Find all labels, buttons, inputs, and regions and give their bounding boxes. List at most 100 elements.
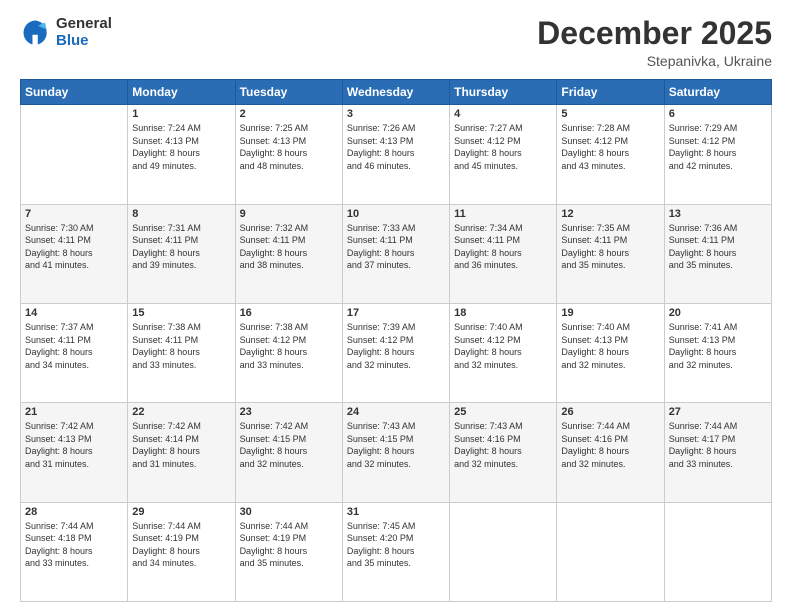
cell-info: Sunrise: 7:26 AMSunset: 4:13 PMDaylight:… (347, 122, 445, 172)
calendar-day-header: Tuesday (235, 80, 342, 105)
calendar-cell (664, 502, 771, 601)
calendar-cell (21, 105, 128, 204)
cell-info: Sunrise: 7:44 AMSunset: 4:18 PMDaylight:… (25, 520, 123, 570)
cell-info: Sunrise: 7:43 AMSunset: 4:16 PMDaylight:… (454, 420, 552, 470)
calendar-cell: 30Sunrise: 7:44 AMSunset: 4:19 PMDayligh… (235, 502, 342, 601)
calendar-day-header: Thursday (450, 80, 557, 105)
cell-info: Sunrise: 7:41 AMSunset: 4:13 PMDaylight:… (669, 321, 767, 371)
calendar-cell: 16 Sunrise: 7:38 AMSunset: 4:12 PMDayligh… (235, 303, 342, 402)
calendar-cell: 31 Sunrise: 7:45 AMSunset: 4:20 PMDayligh… (342, 502, 449, 601)
calendar-header-row: SundayMondayTuesdayWednesdayThursdayFrid… (21, 80, 772, 105)
calendar-cell: 1Sunrise: 7:24 AMSunset: 4:13 PMDaylight… (128, 105, 235, 204)
cell-info: Sunrise: 7:35 AMSunset: 4:11 PMDaylight:… (561, 222, 659, 272)
calendar-cell: 27 Sunrise: 7:44 AMSunset: 4:17 PMDayligh… (664, 403, 771, 502)
calendar-week-row: 21Sunrise: 7:42 AMSunset: 4:13 PMDayligh… (21, 403, 772, 502)
cell-info: Sunrise: 7:45 AMSunset: 4:20 PMDaylight:… (347, 520, 445, 570)
day-number: 30 (240, 506, 338, 518)
calendar-cell: 23Sunrise: 7:42 AMSunset: 4:15 PMDayligh… (235, 403, 342, 502)
cell-info: Sunrise: 7:44 AMSunset: 4:16 PMDaylight:… (561, 420, 659, 470)
calendar-cell: 20 Sunrise: 7:41 AMSunset: 4:13 PMDayligh… (664, 303, 771, 402)
calendar-day-header: Saturday (664, 80, 771, 105)
title-block: December 2025 Stepanivka, Ukraine (537, 16, 772, 69)
day-number: 19 (561, 307, 659, 319)
day-number: 23 (240, 406, 338, 418)
day-number: 29 (132, 506, 230, 518)
day-number: 28 (25, 506, 123, 518)
cell-info: Sunrise: 7:24 AMSunset: 4:13 PMDaylight:… (132, 122, 230, 172)
day-number: 18 (454, 307, 552, 319)
header: General Blue December 2025 Stepanivka, U… (20, 16, 772, 69)
cell-info: Sunrise: 7:43 AMSunset: 4:15 PMDaylight:… (347, 420, 445, 470)
calendar-cell: 7 Sunrise: 7:30 AMSunset: 4:11 PMDaylight… (21, 204, 128, 303)
day-number: 17 (347, 307, 445, 319)
calendar-cell: 17 Sunrise: 7:39 AMSunset: 4:12 PMDayligh… (342, 303, 449, 402)
calendar-cell: 22Sunrise: 7:42 AMSunset: 4:14 PMDayligh… (128, 403, 235, 502)
calendar-cell: 24 Sunrise: 7:43 AMSunset: 4:15 PMDayligh… (342, 403, 449, 502)
cell-info: Sunrise: 7:38 AMSunset: 4:12 PMDaylight:… (240, 321, 338, 371)
day-number: 6 (669, 108, 767, 120)
subtitle: Stepanivka, Ukraine (537, 53, 772, 69)
calendar-week-row: 7 Sunrise: 7:30 AMSunset: 4:11 PMDaylight… (21, 204, 772, 303)
calendar-cell: 26 Sunrise: 7:44 AMSunset: 4:16 PMDayligh… (557, 403, 664, 502)
cell-info: Sunrise: 7:40 AMSunset: 4:12 PMDaylight:… (454, 321, 552, 371)
day-number: 31 (347, 506, 445, 518)
cell-info: Sunrise: 7:39 AMSunset: 4:12 PMDaylight:… (347, 321, 445, 371)
calendar-cell: 8 Sunrise: 7:31 AMSunset: 4:11 PMDaylight… (128, 204, 235, 303)
calendar-cell: 14Sunrise: 7:37 AMSunset: 4:11 PMDayligh… (21, 303, 128, 402)
calendar-day-header: Monday (128, 80, 235, 105)
page: General Blue December 2025 Stepanivka, U… (0, 0, 792, 612)
calendar-day-header: Wednesday (342, 80, 449, 105)
logo-icon (20, 17, 52, 49)
calendar-week-row: 1Sunrise: 7:24 AMSunset: 4:13 PMDaylight… (21, 105, 772, 204)
calendar-cell: 5 Sunrise: 7:28 AMSunset: 4:12 PMDaylight… (557, 105, 664, 204)
cell-info: Sunrise: 7:44 AMSunset: 4:17 PMDaylight:… (669, 420, 767, 470)
day-number: 24 (347, 406, 445, 418)
calendar-cell: 15Sunrise: 7:38 AMSunset: 4:11 PMDayligh… (128, 303, 235, 402)
calendar-cell: 19 Sunrise: 7:40 AMSunset: 4:13 PMDayligh… (557, 303, 664, 402)
day-number: 25 (454, 406, 552, 418)
cell-info: Sunrise: 7:30 AMSunset: 4:11 PMDaylight:… (25, 222, 123, 272)
day-number: 14 (25, 307, 123, 319)
cell-info: Sunrise: 7:28 AMSunset: 4:12 PMDaylight:… (561, 122, 659, 172)
cell-info: Sunrise: 7:38 AMSunset: 4:11 PMDaylight:… (132, 321, 230, 371)
day-number: 12 (561, 208, 659, 220)
calendar-cell: 12 Sunrise: 7:35 AMSunset: 4:11 PMDayligh… (557, 204, 664, 303)
day-number: 9 (240, 208, 338, 220)
cell-info: Sunrise: 7:44 AMSunset: 4:19 PMDaylight:… (132, 520, 230, 570)
day-number: 8 (132, 208, 230, 220)
main-title: December 2025 (537, 16, 772, 51)
cell-info: Sunrise: 7:42 AMSunset: 4:14 PMDaylight:… (132, 420, 230, 470)
day-number: 20 (669, 307, 767, 319)
calendar-day-header: Sunday (21, 80, 128, 105)
calendar-cell: 13 Sunrise: 7:36 AMSunset: 4:11 PMDayligh… (664, 204, 771, 303)
calendar-cell (450, 502, 557, 601)
calendar-cell: 28 Sunrise: 7:44 AMSunset: 4:18 PMDayligh… (21, 502, 128, 601)
cell-info: Sunrise: 7:36 AMSunset: 4:11 PMDaylight:… (669, 222, 767, 272)
calendar-cell: 21Sunrise: 7:42 AMSunset: 4:13 PMDayligh… (21, 403, 128, 502)
cell-info: Sunrise: 7:32 AMSunset: 4:11 PMDaylight:… (240, 222, 338, 272)
calendar-cell: 29 Sunrise: 7:44 AMSunset: 4:19 PMDayligh… (128, 502, 235, 601)
cell-info: Sunrise: 7:27 AMSunset: 4:12 PMDaylight:… (454, 122, 552, 172)
calendar-cell: 10Sunrise: 7:33 AMSunset: 4:11 PMDayligh… (342, 204, 449, 303)
calendar-week-row: 14Sunrise: 7:37 AMSunset: 4:11 PMDayligh… (21, 303, 772, 402)
day-number: 16 (240, 307, 338, 319)
day-number: 5 (561, 108, 659, 120)
day-number: 7 (25, 208, 123, 220)
calendar-cell: 11Sunrise: 7:34 AMSunset: 4:11 PMDayligh… (450, 204, 557, 303)
logo-text: General Blue (56, 16, 112, 49)
calendar-cell: 25 Sunrise: 7:43 AMSunset: 4:16 PMDayligh… (450, 403, 557, 502)
calendar-cell (557, 502, 664, 601)
day-number: 27 (669, 406, 767, 418)
calendar-cell: 9 Sunrise: 7:32 AMSunset: 4:11 PMDaylight… (235, 204, 342, 303)
cell-info: Sunrise: 7:29 AMSunset: 4:12 PMDaylight:… (669, 122, 767, 172)
day-number: 11 (454, 208, 552, 220)
logo-general: General (56, 16, 112, 33)
day-number: 13 (669, 208, 767, 220)
day-number: 26 (561, 406, 659, 418)
cell-info: Sunrise: 7:42 AMSunset: 4:13 PMDaylight:… (25, 420, 123, 470)
cell-info: Sunrise: 7:40 AMSunset: 4:13 PMDaylight:… (561, 321, 659, 371)
cell-info: Sunrise: 7:31 AMSunset: 4:11 PMDaylight:… (132, 222, 230, 272)
logo: General Blue (20, 16, 112, 49)
calendar-cell: 2Sunrise: 7:25 AMSunset: 4:13 PMDaylight… (235, 105, 342, 204)
day-number: 2 (240, 108, 338, 120)
